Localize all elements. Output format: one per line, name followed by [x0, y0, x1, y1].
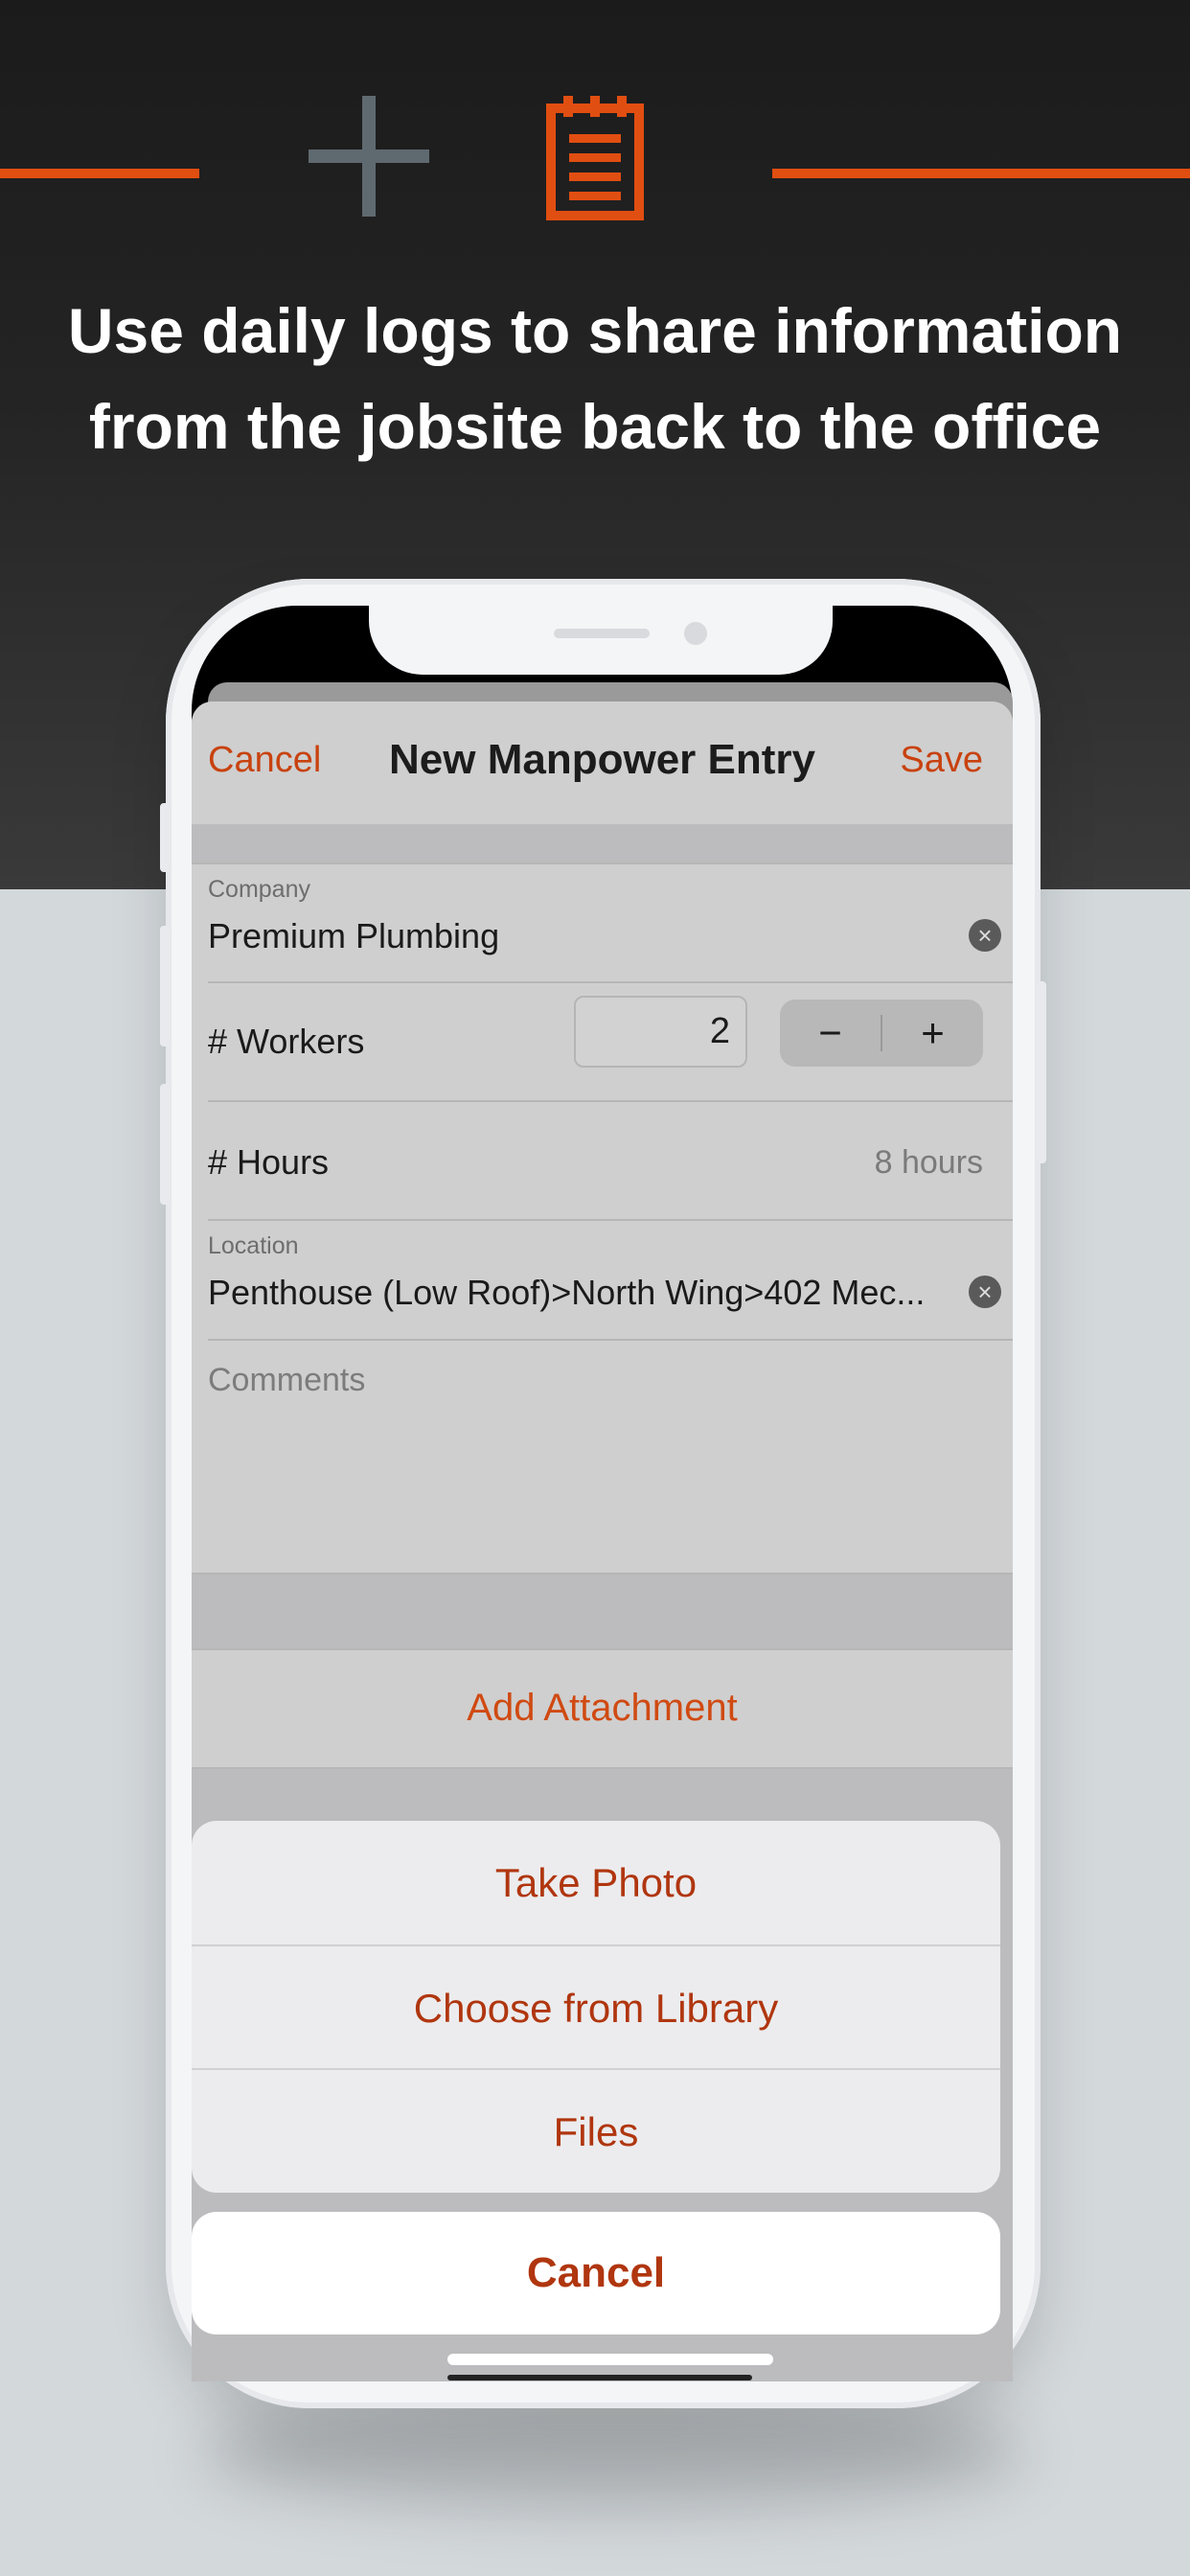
company-field[interactable]: Premium Plumbing [208, 916, 499, 956]
phone-side-button [160, 803, 170, 872]
nav-bar: New Manpower Entry Cancel Save [192, 702, 1013, 824]
action-sheet: Take Photo Choose from Library Files [192, 1821, 1000, 2193]
hours-value[interactable]: 8 hours [875, 1144, 983, 1182]
decrement-button[interactable]: − [780, 1000, 881, 1067]
company-label: Company [208, 876, 310, 903]
comments-section[interactable]: Comments [192, 1341, 1013, 1573]
choose-from-library-option[interactable]: Choose from Library [192, 1946, 1000, 2070]
headline-line-2: from the jobsite back to the office [88, 391, 1102, 462]
take-photo-option[interactable]: Take Photo [192, 1821, 1000, 1944]
workers-label: # Workers [208, 1022, 365, 1061]
accent-line-right [772, 169, 1190, 178]
headline-line-1: Use daily logs to share information [67, 295, 1123, 366]
section-gap [192, 1575, 1013, 1648]
location-label: Location [208, 1232, 299, 1259]
section-gap [192, 824, 1013, 862]
location-row[interactable]: Location Penthouse (Low Roof)>North Wing… [192, 1221, 1013, 1339]
workers-row: # Workers 2 − + [192, 983, 1013, 1100]
phone-side-button [160, 926, 170, 1046]
daily-log-notepad-icon [546, 96, 644, 220]
phone-notch [369, 606, 833, 675]
clear-icon[interactable]: × [969, 919, 1001, 952]
action-sheet-cancel-button[interactable]: Cancel [192, 2212, 1000, 2334]
phone-speaker [554, 629, 650, 638]
location-field[interactable]: Penthouse (Low Roof)>North Wing>402 Mec.… [208, 1273, 925, 1313]
promo-headline: Use daily logs to share information from… [0, 283, 1190, 474]
home-indicator[interactable] [447, 2354, 773, 2365]
accent-line-left [0, 169, 199, 178]
phone-camera [684, 622, 707, 645]
plus-icon [309, 96, 429, 217]
phone-shadow [201, 2396, 1025, 2511]
cancel-button[interactable]: Cancel [208, 740, 321, 781]
attachment-section: Add Attachment [192, 1648, 1013, 1769]
hours-label: # Hours [208, 1142, 330, 1182]
workers-stepper: − + [780, 1000, 983, 1067]
hours-row[interactable]: # Hours 8 hours [192, 1102, 1013, 1219]
clear-icon[interactable]: × [969, 1276, 1001, 1308]
add-attachment-button[interactable]: Add Attachment [192, 1687, 1013, 1730]
comments-input[interactable]: Comments [208, 1362, 365, 1399]
phone-side-button [1037, 981, 1046, 1163]
phone-side-button [160, 1084, 170, 1205]
company-row[interactable]: Company Premium Plumbing × [192, 864, 1013, 982]
increment-button[interactable]: + [882, 1000, 983, 1067]
workers-input[interactable]: 2 [574, 996, 747, 1068]
form-section: Company Premium Plumbing × # Workers 2 −… [192, 862, 1013, 1321]
files-option[interactable]: Files [192, 2070, 1000, 2193]
home-indicator-shadow [447, 2375, 752, 2380]
save-button[interactable]: Save [900, 740, 983, 781]
